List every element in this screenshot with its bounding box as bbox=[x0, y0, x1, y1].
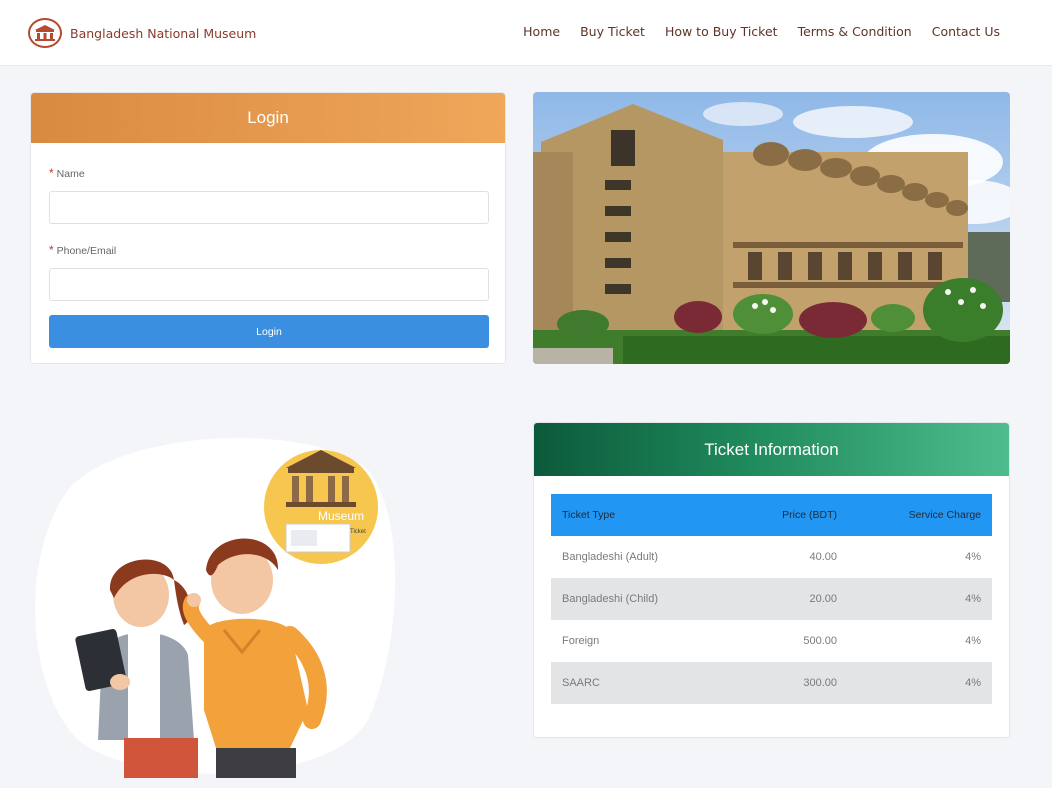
brand-name: Bangladesh National Museum bbox=[70, 25, 257, 41]
table-row: Foreign 500.00 4% bbox=[551, 620, 992, 662]
column-header-ticket-type: Ticket Type bbox=[562, 509, 616, 521]
phone-email-field-label: * Phone/Email bbox=[49, 243, 117, 257]
visitors-illustration: Museum Ticket bbox=[28, 420, 408, 788]
ticket-text: Ticket bbox=[350, 529, 366, 535]
museum-logo-icon bbox=[28, 18, 62, 48]
price-cell: 300.00 bbox=[803, 677, 837, 689]
ticket-type-cell: SAARC bbox=[562, 677, 600, 689]
nav-buy-ticket[interactable]: Buy Ticket bbox=[580, 24, 645, 39]
main-nav: Home Buy Ticket How to Buy Ticket Terms … bbox=[523, 24, 1000, 39]
nav-how-to-buy-ticket[interactable]: How to Buy Ticket bbox=[665, 24, 778, 39]
museum-sign-text: Museum bbox=[318, 509, 364, 523]
ticket-card-header: Ticket Information bbox=[534, 423, 1009, 476]
login-title: Login bbox=[247, 108, 289, 127]
service-charge-cell: 4% bbox=[965, 593, 981, 605]
phone-email-input[interactable] bbox=[49, 268, 489, 301]
required-asterisk-icon: * bbox=[49, 243, 54, 257]
price-cell: 20.00 bbox=[809, 593, 837, 605]
login-button[interactable]: Login bbox=[49, 315, 489, 348]
table-row: SAARC 300.00 4% bbox=[551, 662, 992, 704]
nav-terms-condition[interactable]: Terms & Condition bbox=[798, 24, 912, 39]
nav-contact-us[interactable]: Contact Us bbox=[932, 24, 1000, 39]
ticket-type-cell: Bangladeshi (Adult) bbox=[562, 551, 659, 563]
ticket-type-cell: Foreign bbox=[562, 635, 600, 647]
column-header-price: Price (BDT) bbox=[782, 509, 837, 521]
museum-building-photo bbox=[533, 92, 1010, 364]
login-card: Login * Name * Phone/Email Login bbox=[30, 92, 506, 364]
name-field-label: * Name bbox=[49, 166, 85, 180]
table-row: Bangladeshi (Child) 20.00 4% bbox=[551, 578, 992, 620]
nav-home[interactable]: Home bbox=[523, 24, 560, 39]
service-charge-cell: 4% bbox=[965, 677, 981, 689]
ticket-type-cell: Bangladeshi (Child) bbox=[562, 593, 658, 605]
ticket-information-card: Ticket Information Ticket Type Price (BD… bbox=[533, 422, 1010, 738]
name-input[interactable] bbox=[49, 191, 489, 224]
table-row: Bangladeshi (Adult) 40.00 4% bbox=[551, 536, 992, 578]
price-cell: 40.00 bbox=[809, 551, 837, 563]
service-charge-cell: 4% bbox=[965, 551, 981, 563]
ticket-information-title: Ticket Information bbox=[704, 439, 839, 459]
required-asterisk-icon: * bbox=[49, 166, 54, 180]
price-cell: 500.00 bbox=[803, 635, 837, 647]
brand[interactable]: Bangladesh National Museum bbox=[28, 18, 256, 48]
service-charge-cell: 4% bbox=[965, 635, 981, 647]
login-card-header: Login bbox=[31, 93, 505, 143]
column-header-service-charge: Service Charge bbox=[908, 509, 981, 521]
ticket-price-table: Ticket Type Price (BDT) Service Charge B… bbox=[551, 494, 992, 704]
top-navbar: Bangladesh National Museum Home Buy Tick… bbox=[0, 0, 1052, 66]
table-header-row: Ticket Type Price (BDT) Service Charge bbox=[551, 494, 992, 536]
